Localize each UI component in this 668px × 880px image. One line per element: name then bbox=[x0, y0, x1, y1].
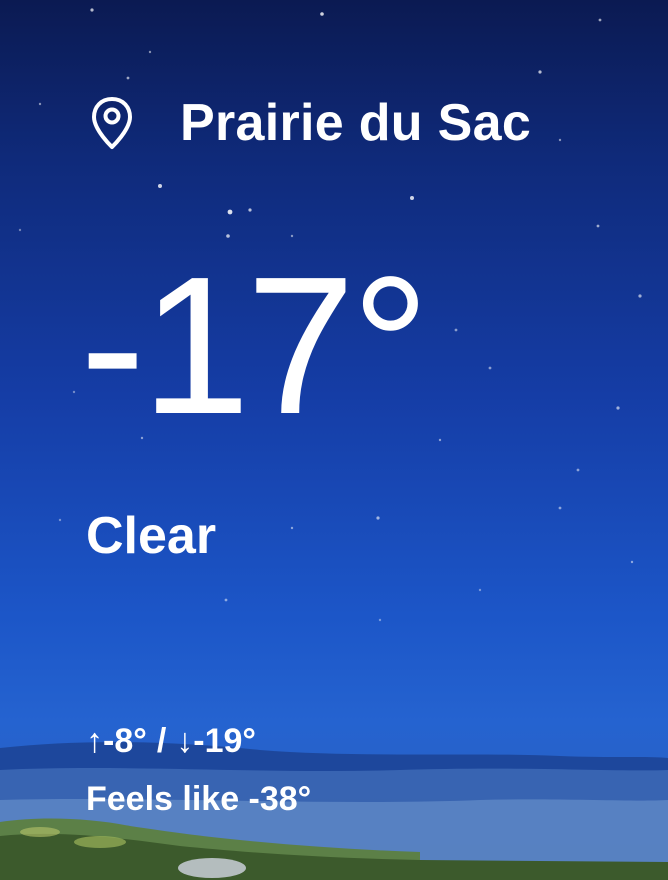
arrow-down-icon: ↓ bbox=[176, 722, 194, 760]
high-temperature: -8° bbox=[103, 722, 147, 760]
high-low-temperatures: ↑ -8° / ↓ -19° bbox=[86, 722, 256, 761]
location-pin-icon bbox=[92, 97, 132, 149]
weather-screen: Prairie du Sac -17° Clear ↑ -8° / ↓ -19°… bbox=[0, 0, 668, 880]
location-header[interactable]: Prairie du Sac bbox=[90, 90, 531, 156]
arrow-up-icon: ↑ bbox=[86, 722, 103, 760]
feels-like-temperature: Feels like -38° bbox=[86, 780, 312, 818]
low-temperature: -19° bbox=[193, 722, 257, 760]
high-low-separator: / bbox=[156, 722, 167, 760]
location-name: Prairie du Sac bbox=[180, 94, 532, 152]
current-temperature: -17° bbox=[80, 236, 430, 455]
weather-condition: Clear bbox=[86, 507, 217, 565]
